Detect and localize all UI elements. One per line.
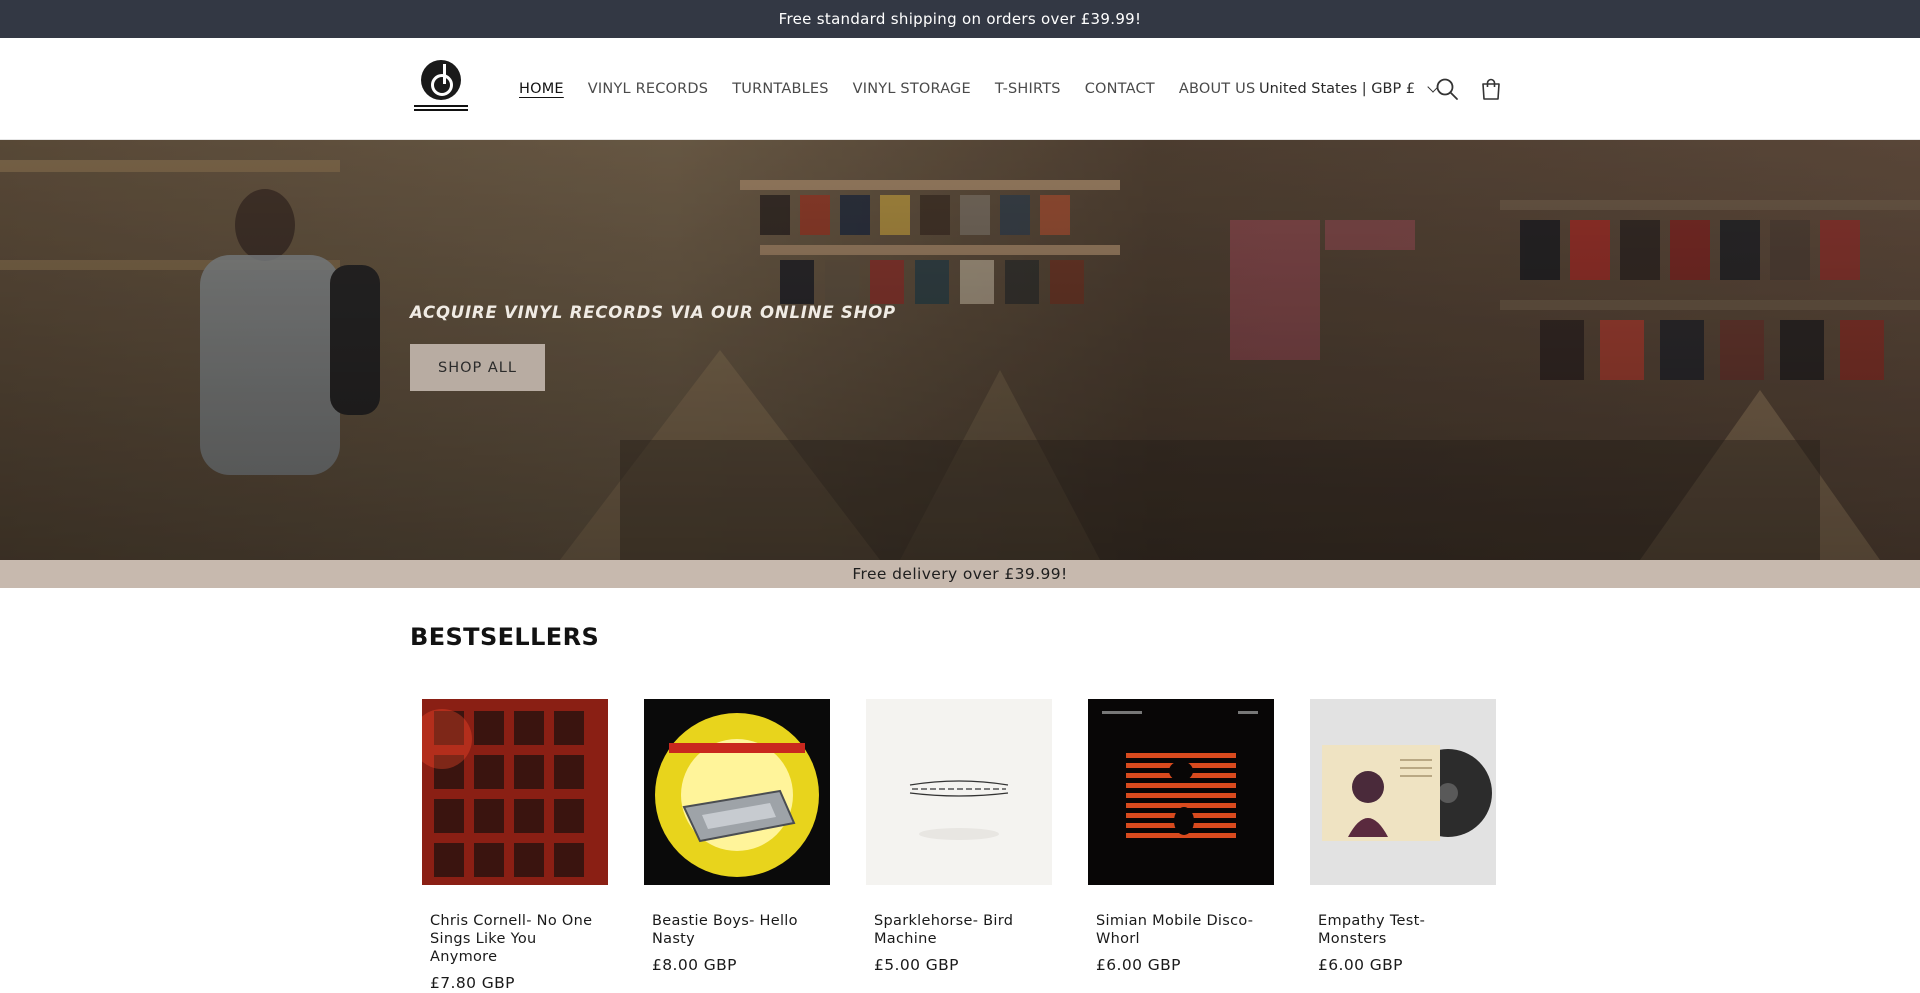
locale-label: United States | GBP £ <box>1259 81 1416 97</box>
product-card[interactable]: Chris Cornell- No One Sings Like You Any… <box>422 699 608 992</box>
album-cover-art <box>644 699 830 885</box>
product-price: £8.00 GBP <box>652 956 737 974</box>
hero-content: ACQUIRE VINYL RECORDS VIA OUR ONLINE SHO… <box>410 303 896 391</box>
product-card[interactable]: Simian Mobile Disco- Whorl £6.00 GBP <box>1088 699 1274 992</box>
search-icon <box>1436 78 1458 100</box>
shop-all-button[interactable]: SHOP ALL <box>410 344 545 391</box>
product-card[interactable]: Beastie Boys- Hello Nasty £8.00 GBP <box>644 699 830 992</box>
cart-icon <box>1482 78 1500 100</box>
nav-item-turntables[interactable]: TURNTABLES <box>732 81 828 97</box>
product-price: £6.00 GBP <box>1096 956 1181 974</box>
album-cover-art <box>866 699 1052 885</box>
country-currency-selector[interactable]: United States | GBP £ <box>1259 38 1439 140</box>
announcement-text: Free standard shipping on orders over £3… <box>778 10 1142 28</box>
delivery-text: Free delivery over £39.99! <box>852 565 1068 583</box>
nav-item-home[interactable]: HOME <box>519 81 564 97</box>
nav-item-about-us[interactable]: ABOUT US <box>1179 81 1256 97</box>
logo-wordmark <box>414 105 468 111</box>
nav-item-t-shirts[interactable]: T-SHIRTS <box>995 81 1061 97</box>
product-title[interactable]: Sparklehorse- Bird Machine <box>866 912 1052 948</box>
nav-item-vinyl-records[interactable]: VINYL RECORDS <box>588 81 708 97</box>
nav-item-contact[interactable]: CONTACT <box>1085 81 1155 97</box>
hero-banner: ACQUIRE VINYL RECORDS VIA OUR ONLINE SHO… <box>0 140 1920 560</box>
delivery-bar: Free delivery over £39.99! <box>0 560 1920 588</box>
album-cover-art <box>1310 699 1496 885</box>
product-image[interactable] <box>1310 699 1496 885</box>
product-grid: Chris Cornell- No One Sings Like You Any… <box>422 699 1496 992</box>
main-nav: HOME VINYL RECORDS TURNTABLES VINYL STOR… <box>519 38 1255 140</box>
product-card[interactable]: Sparklehorse- Bird Machine £5.00 GBP <box>866 699 1052 992</box>
album-cover-art <box>1088 699 1274 885</box>
vinyl-logo-icon <box>421 60 461 100</box>
product-title[interactable]: Simian Mobile Disco- Whorl <box>1088 912 1274 948</box>
product-image[interactable] <box>866 699 1052 885</box>
product-price: £7.80 GBP <box>430 974 515 992</box>
product-image[interactable] <box>644 699 830 885</box>
search-button[interactable] <box>1434 76 1460 102</box>
store-logo[interactable] <box>412 60 470 116</box>
product-title[interactable]: Empathy Test- Monsters <box>1310 912 1496 948</box>
cart-button[interactable] <box>1478 76 1504 102</box>
product-card[interactable]: Empathy Test- Monsters £6.00 GBP <box>1310 699 1496 992</box>
product-title[interactable]: Beastie Boys- Hello Nasty <box>644 912 830 948</box>
record-store-photo <box>0 140 1920 560</box>
announcement-bar: Free standard shipping on orders over £3… <box>0 0 1920 38</box>
product-image[interactable] <box>1088 699 1274 885</box>
bestsellers-heading: BESTSELLERS <box>410 623 600 651</box>
product-price: £6.00 GBP <box>1318 956 1403 974</box>
hero-title: ACQUIRE VINYL RECORDS VIA OUR ONLINE SHO… <box>410 303 896 322</box>
nav-item-vinyl-storage[interactable]: VINYL STORAGE <box>853 81 971 97</box>
product-image[interactable] <box>422 699 608 885</box>
product-price: £5.00 GBP <box>874 956 959 974</box>
site-header: HOME VINYL RECORDS TURNTABLES VINYL STOR… <box>0 38 1920 140</box>
product-title[interactable]: Chris Cornell- No One Sings Like You Any… <box>422 912 608 966</box>
album-cover-art <box>422 699 608 885</box>
